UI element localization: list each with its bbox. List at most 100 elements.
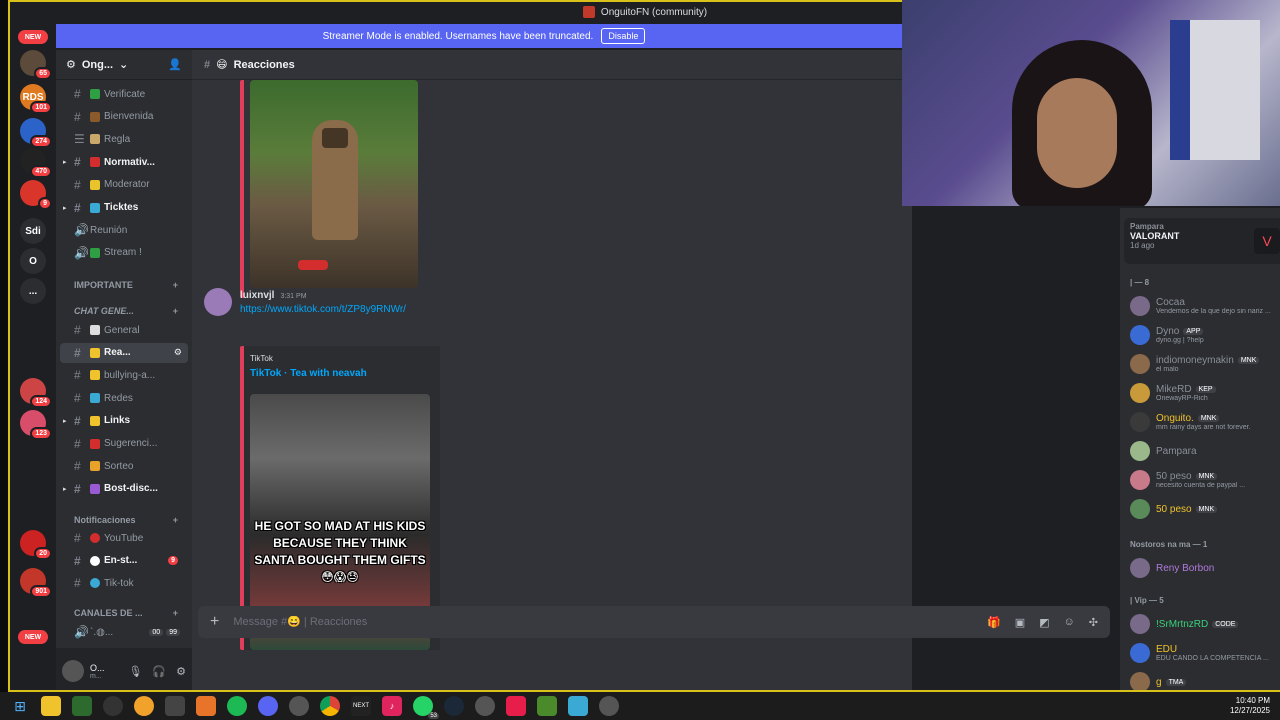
channel-item[interactable]: # Tik-tok <box>60 573 188 593</box>
member-item[interactable]: Onguito. MNK mm rainy days are not forever… <box>1130 410 1280 434</box>
channel-item[interactable]: # Moderator <box>60 175 188 195</box>
windows-start-icon[interactable]: ⊞ <box>10 696 30 716</box>
avatar[interactable] <box>1130 354 1150 374</box>
add-user-icon[interactable]: 👤 <box>168 58 182 71</box>
terminal-icon[interactable] <box>72 696 92 716</box>
category-header[interactable]: IMPORTANTE + <box>60 280 188 290</box>
next-icon[interactable]: NEXT <box>351 696 371 716</box>
message-input[interactable] <box>233 616 974 628</box>
avatar[interactable] <box>62 660 84 682</box>
plus-icon[interactable]: + <box>173 280 178 290</box>
server-icon[interactable]: O <box>20 248 46 274</box>
avatar[interactable] <box>1130 470 1150 490</box>
member-item[interactable]: Pampara <box>1130 439 1280 463</box>
avatar[interactable] <box>1130 383 1150 403</box>
channel-item[interactable]: # Sorteo <box>60 456 188 476</box>
server-icon[interactable]: 65 <box>20 50 52 80</box>
message-link[interactable]: https://www.tiktok.com/t/ZP8y9RNWr/ <box>240 304 406 315</box>
plus-icon[interactable]: + <box>173 608 178 618</box>
member-item[interactable]: 50 peso MNK necesito cuenta de paypal ... <box>1130 468 1280 492</box>
expand-arrow-icon[interactable]: ▸ <box>63 204 67 212</box>
server-icon[interactable]: 9 <box>20 180 52 210</box>
taskbar-clock[interactable]: 10:40 PM 12/27/2025 <box>1230 696 1270 716</box>
app-icon[interactable] <box>475 696 495 716</box>
avatar[interactable] <box>1130 296 1150 316</box>
category-header[interactable]: Notificaciones + <box>60 515 188 525</box>
avatar[interactable] <box>1130 441 1150 461</box>
app-icon[interactable] <box>289 696 309 716</box>
server-header[interactable]: ⚙ Ong... ⌄ 👤 <box>56 50 192 80</box>
avatar[interactable] <box>1130 325 1150 345</box>
channel-item[interactable]: ▸ # Ticktes <box>60 198 188 218</box>
app-icon[interactable] <box>599 696 619 716</box>
channel-item[interactable]: # Rea... ⚙ <box>60 342 188 363</box>
member-item[interactable]: Cocaa Vendemos de la que dejo sin nariz .… <box>1130 294 1280 318</box>
steam-icon[interactable] <box>444 696 464 716</box>
channel-item[interactable]: # Verificate <box>60 84 188 104</box>
video-thumbnail[interactable] <box>250 80 418 288</box>
channel-item[interactable]: # En-st... 9 <box>60 551 188 571</box>
server-icon[interactable]: 470 <box>20 148 52 178</box>
channel-item[interactable]: # Sugerenci... <box>60 434 188 454</box>
minecraft-icon[interactable] <box>537 696 557 716</box>
avatar[interactable] <box>1130 499 1150 519</box>
member-item[interactable]: EDU EDU CANDO LA COMPETENCIA ... <box>1130 641 1280 665</box>
disable-button[interactable]: Disable <box>601 28 646 44</box>
member-item[interactable]: !SrMrtnzRD CODE <box>1130 612 1280 636</box>
member-item[interactable]: Reny Borbon <box>1130 556 1280 580</box>
activity-card[interactable]: Pampara VALORANT 1d ago V <box>1124 218 1280 264</box>
member-item[interactable]: Dyno APP dyno.gg | ?help <box>1130 323 1280 347</box>
chrome-icon[interactable] <box>320 696 340 716</box>
channel-item[interactable]: # Redes <box>60 388 188 408</box>
member-item[interactable]: indiomoneymakin MNK el malo <box>1130 352 1280 376</box>
member-item[interactable]: 50 peso MNK <box>1130 497 1280 521</box>
channel-item[interactable]: # YouTube <box>60 528 188 548</box>
member-item[interactable]: MikeRD KEP OnewayRP-Rich <box>1130 381 1280 405</box>
channel-item[interactable]: 🔊 Stream ! <box>60 243 188 263</box>
author-name[interactable]: luixnvjl <box>240 290 274 301</box>
category-header[interactable]: CHAT GENE... + <box>60 306 188 316</box>
avatar[interactable] <box>1130 672 1150 690</box>
expand-arrow-icon[interactable]: ▸ <box>63 158 67 166</box>
avatar[interactable] <box>1130 412 1150 432</box>
headphones-icon[interactable]: 🎧 <box>152 665 166 678</box>
channel-item[interactable]: ☰ Regla <box>60 129 188 149</box>
category-header[interactable]: CANALES DE ... + <box>60 608 188 618</box>
server-icon[interactable]: 901 <box>20 568 52 598</box>
gif-icon[interactable]: ▣ <box>1015 616 1025 629</box>
gift-icon[interactable]: 🎁 <box>987 616 1001 629</box>
microphone-icon[interactable]: 🎙 <box>128 665 142 678</box>
app-icon[interactable] <box>165 696 185 716</box>
expand-arrow-icon[interactable]: ▸ <box>63 485 67 493</box>
channel-item[interactable]: # General <box>60 320 188 340</box>
channel-item[interactable]: ▸ # Links <box>60 411 188 431</box>
member-item[interactable]: g TMA <box>1130 670 1280 690</box>
plus-icon[interactable]: + <box>173 515 178 525</box>
app-icon[interactable] <box>568 696 588 716</box>
sticker-icon[interactable]: ◩ <box>1039 616 1049 629</box>
emoji-icon[interactable]: ☺ <box>1064 616 1075 629</box>
avatar[interactable] <box>1130 614 1150 634</box>
file-explorer-icon[interactable] <box>41 696 61 716</box>
apps-icon[interactable]: ✣ <box>1089 616 1098 629</box>
avatar[interactable] <box>1130 558 1150 578</box>
avatar[interactable] <box>204 288 232 316</box>
spotify-icon[interactable] <box>227 696 247 716</box>
expand-arrow-icon[interactable]: ▸ <box>63 417 67 425</box>
server-icon[interactable]: Sdi <box>20 218 46 244</box>
server-icon[interactable]: RDS 101 <box>20 84 52 114</box>
server-icon[interactable]: 124 <box>20 378 52 408</box>
discord-icon[interactable] <box>258 696 278 716</box>
settings-icon[interactable]: ⚙ <box>174 347 182 358</box>
message-author[interactable]: luixnvjl 3:31 PM <box>240 290 307 301</box>
plus-icon[interactable]: + <box>210 613 219 631</box>
plus-icon[interactable]: + <box>173 306 178 316</box>
channel-item[interactable]: ▸ # Bost-disc... <box>60 479 188 499</box>
app-icon[interactable] <box>103 696 123 716</box>
voice-user[interactable]: 🔊 `.◍... 00 99 <box>60 622 188 642</box>
server-icon[interactable]: 20 <box>20 530 52 560</box>
gear-icon[interactable]: ⚙ <box>66 58 76 71</box>
settings-icon[interactable]: ⚙ <box>176 665 186 678</box>
tiktok-icon[interactable]: ♪ <box>382 696 402 716</box>
app-icon[interactable] <box>506 696 526 716</box>
